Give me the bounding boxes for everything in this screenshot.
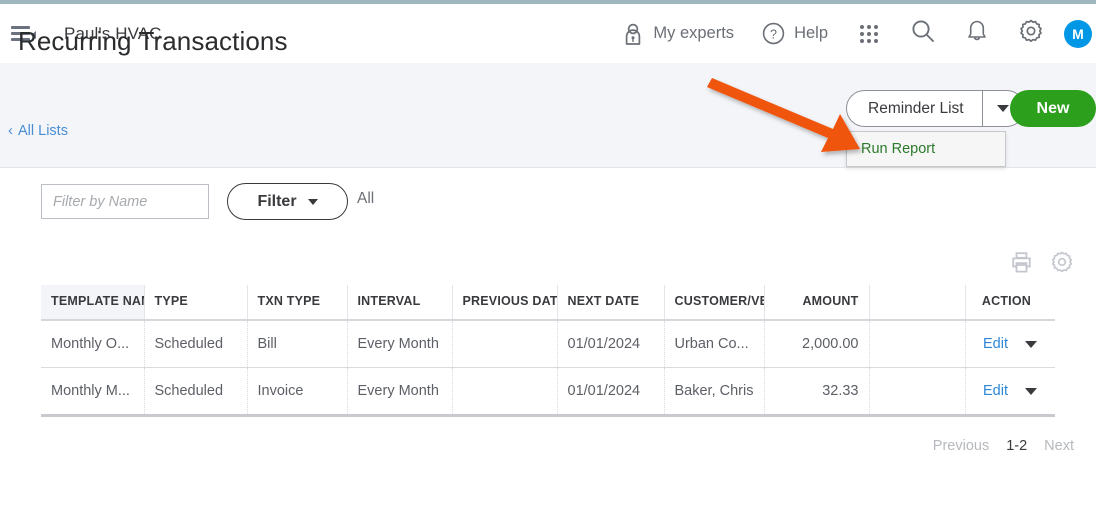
col-header-type[interactable]: TYPE <box>144 285 248 321</box>
cell-interval: Every Month <box>347 320 453 368</box>
gear-icon[interactable] <box>1050 250 1074 274</box>
settings-button[interactable] <box>1004 4 1058 63</box>
cell-amount: 2,000.00 <box>764 320 870 368</box>
chevron-left-icon: ‹ <box>8 122 13 139</box>
new-button[interactable]: New <box>1010 90 1096 127</box>
chevron-down-icon <box>307 198 318 205</box>
filter-all-label[interactable]: All <box>357 190 374 208</box>
table-body: Monthly O... Scheduled Bill Every Month … <box>41 320 1055 417</box>
cell-previous-date <box>452 367 558 417</box>
cell-amount: 32.33 <box>764 367 870 417</box>
reminder-list-button[interactable]: Reminder List <box>847 91 982 126</box>
avatar[interactable]: M <box>1064 19 1092 48</box>
help-button[interactable]: ? Help <box>748 4 842 63</box>
recurring-transactions-table: TEMPLATE NAME TYPE TXN TYPE INTERVAL PRE… <box>41 285 1055 417</box>
table-toolbar <box>1010 250 1074 274</box>
cell-action: Edit <box>965 320 1055 368</box>
apps-grid-icon <box>860 24 878 43</box>
cell-txn-type: Bill <box>247 320 348 368</box>
col-header-txn-type[interactable]: TXN TYPE <box>247 285 348 321</box>
cell-customer-vendor: Baker, Chris <box>664 367 765 417</box>
app-root: Paul's HVAC My experts ? Help M Recurrin… <box>0 0 1096 516</box>
edit-link[interactable]: Edit <box>983 383 1008 399</box>
table-row[interactable]: Monthly O... Scheduled Bill Every Month … <box>41 320 1055 368</box>
cell-action: Edit <box>965 367 1055 417</box>
table-head: TEMPLATE NAME TYPE TXN TYPE INTERVAL PRE… <box>41 285 1055 321</box>
pagination-previous[interactable]: Previous <box>933 438 989 454</box>
cell-type: Scheduled <box>144 367 248 417</box>
svg-text:?: ? <box>770 27 777 41</box>
cell-next-date: 01/01/2024 <box>557 320 665 368</box>
col-header-customer-vendor[interactable]: CUSTOMER/VENDOR <box>664 285 765 321</box>
cell-next-date: 01/01/2024 <box>557 367 665 417</box>
col-header-template-name[interactable]: TEMPLATE NAME <box>41 285 145 321</box>
table-header-row: TEMPLATE NAME TYPE TXN TYPE INTERVAL PRE… <box>41 285 1055 321</box>
cell-template-name: Monthly M... <box>41 367 145 417</box>
cell-type: Scheduled <box>144 320 248 368</box>
edit-link[interactable]: Edit <box>983 336 1008 352</box>
pagination: Previous 1-2 Next <box>933 438 1074 454</box>
col-header-action: ACTION <box>965 285 1055 321</box>
cell-customer-vendor: Urban Co... <box>664 320 765 368</box>
cell-txn-type: Invoice <box>247 367 348 417</box>
table-row[interactable]: Monthly M... Scheduled Invoice Every Mon… <box>41 367 1055 417</box>
col-header-amount[interactable]: AMOUNT <box>764 285 870 321</box>
my-experts-label: My experts <box>653 24 735 42</box>
filter-button[interactable]: Filter <box>227 183 348 220</box>
cell-previous-date <box>452 320 558 368</box>
cell-template-name: Monthly O... <box>41 320 145 368</box>
cell-interval: Every Month <box>347 367 453 417</box>
settings-gear-icon <box>1018 18 1044 49</box>
pagination-range: 1-2 <box>1006 438 1028 454</box>
breadcrumb-label: All Lists <box>18 122 68 139</box>
reminder-list-dropdown-menu: Run Report <box>846 131 1006 167</box>
cell-spacer <box>869 320 966 368</box>
pagination-next[interactable]: Next <box>1044 438 1074 454</box>
col-header-previous-date[interactable]: PREVIOUS DATE <box>452 285 558 321</box>
col-header-next-date[interactable]: NEXT DATE <box>557 285 665 321</box>
page-title: Recurring Transactions <box>18 26 288 56</box>
search-button[interactable] <box>896 4 950 63</box>
search-icon <box>910 18 936 49</box>
chevron-down-icon[interactable] <box>1025 340 1037 348</box>
question-circle-icon: ? <box>762 22 785 45</box>
chevron-down-icon[interactable] <box>1025 387 1037 395</box>
chevron-down-icon <box>997 105 1010 112</box>
help-label: Help <box>794 24 828 42</box>
cell-spacer <box>869 367 966 417</box>
filter-by-name-input[interactable] <box>41 184 209 219</box>
menu-item-run-report[interactable]: Run Report <box>847 132 1005 166</box>
notification-bell-icon <box>965 18 989 49</box>
filter-button-label: Filter <box>257 192 297 210</box>
topbar-right-group: My experts ? Help M <box>608 4 1096 63</box>
breadcrumb[interactable]: ‹ All Lists <box>8 122 68 139</box>
apps-grid-button[interactable] <box>842 4 896 63</box>
notifications-button[interactable] <box>950 4 1004 63</box>
expert-person-icon <box>622 22 644 46</box>
printer-icon[interactable] <box>1010 251 1033 274</box>
reminder-list-split-button: Reminder List <box>846 90 1025 127</box>
col-header-interval[interactable]: INTERVAL <box>347 285 453 321</box>
col-header-spacer <box>869 285 966 321</box>
my-experts-button[interactable]: My experts <box>608 4 748 63</box>
